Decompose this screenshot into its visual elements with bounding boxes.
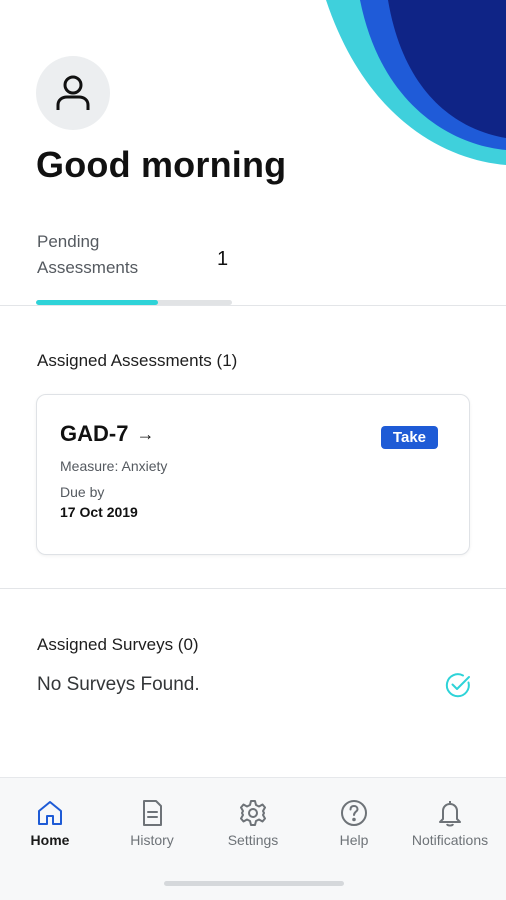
help-icon bbox=[341, 800, 367, 826]
pending-assessments-count: 1 bbox=[217, 248, 229, 270]
home-icon bbox=[38, 801, 62, 825]
no-surveys-message: No Surveys Found. bbox=[37, 674, 200, 695]
nav-item-home[interactable]: Home bbox=[2, 798, 98, 848]
home-indicator bbox=[164, 881, 344, 886]
nav-label-settings: Settings bbox=[227, 832, 279, 848]
assessment-measure: Measure: Anxiety bbox=[60, 458, 168, 474]
pending-assessments-label: Pending Assessments bbox=[37, 232, 139, 277]
bell-icon bbox=[439, 801, 461, 827]
nav-label-notifications: Notifications bbox=[411, 832, 489, 848]
take-assessment-button[interactable]: Take bbox=[380, 426, 438, 449]
user-icon bbox=[56, 75, 90, 110]
nav-label-help: Help bbox=[339, 832, 369, 848]
avatar[interactable] bbox=[36, 56, 110, 130]
nav-label-home: Home bbox=[30, 832, 70, 848]
assessment-title[interactable]: GAD-7 → bbox=[60, 421, 154, 447]
nav-item-history[interactable]: History bbox=[104, 798, 200, 848]
check-circle-icon bbox=[445, 673, 470, 698]
gear-icon bbox=[240, 800, 266, 826]
divider bbox=[0, 305, 506, 306]
due-label: Due by bbox=[60, 484, 105, 500]
page-title: Good morning bbox=[36, 144, 287, 185]
assessment-name: GAD-7 bbox=[60, 421, 129, 446]
arrow-right-icon: → bbox=[136, 423, 155, 444]
document-icon bbox=[143, 800, 162, 826]
nav-item-help[interactable]: Help bbox=[306, 798, 402, 848]
divider bbox=[0, 588, 506, 589]
nav-item-settings[interactable]: Settings bbox=[205, 798, 301, 848]
assessments-section-title: Assigned Assessments (1) bbox=[37, 351, 238, 370]
due-date: 17 Oct 2019 bbox=[60, 504, 138, 520]
corner-decoration bbox=[326, 0, 506, 165]
nav-label-history: History bbox=[130, 832, 174, 848]
surveys-section-title: Assigned Surveys (0) bbox=[37, 635, 199, 654]
assessment-card[interactable]: GAD-7 → Take Measure: Anxiety Due by 17 … bbox=[36, 394, 470, 555]
nav-item-notifications[interactable]: Notifications bbox=[402, 798, 498, 848]
